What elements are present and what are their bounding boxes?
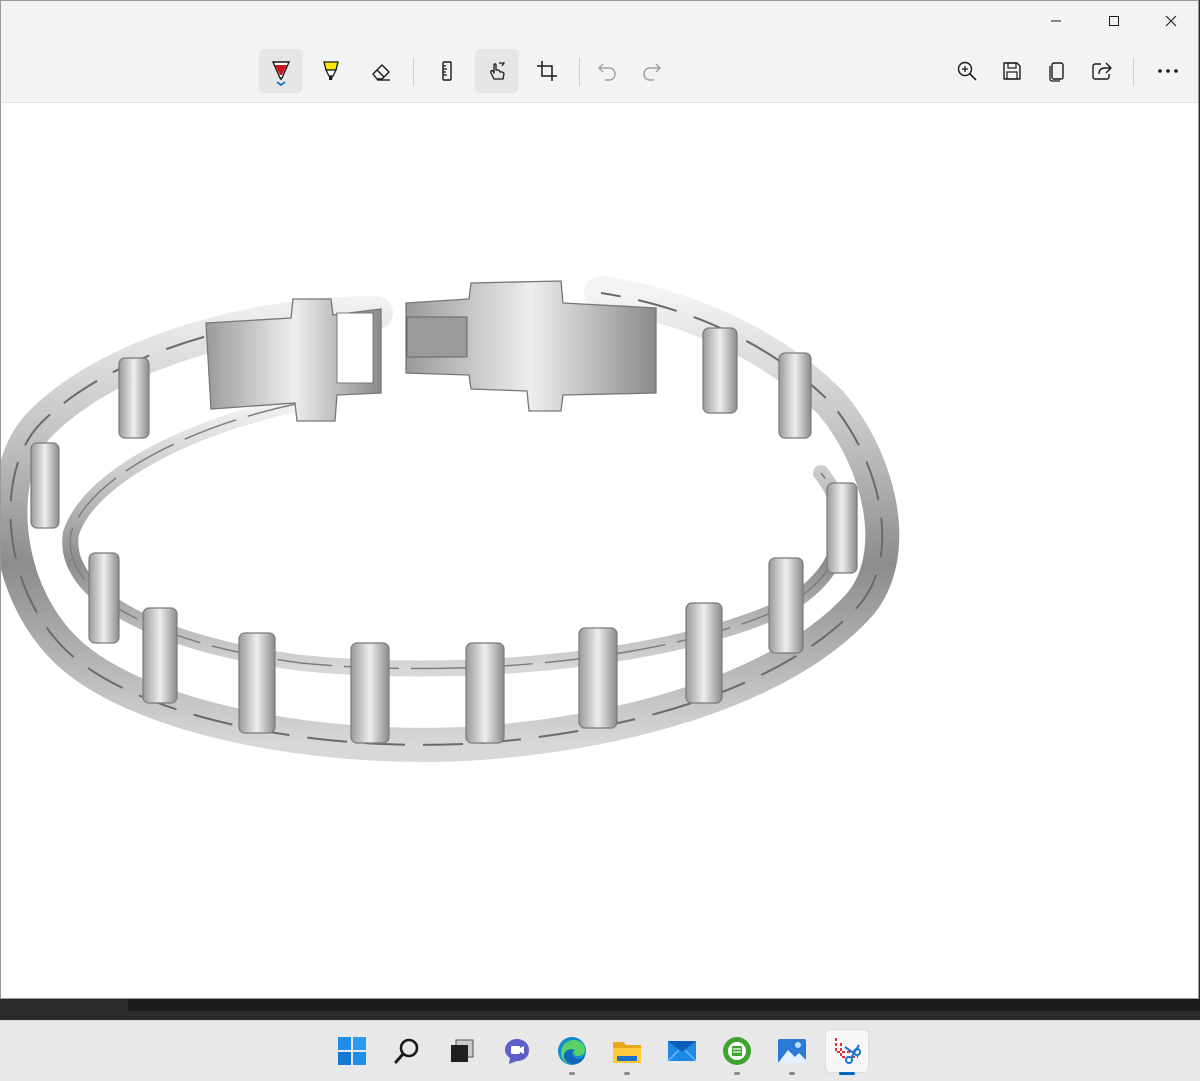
redo-icon [643,63,661,81]
chat-icon [505,1039,529,1064]
pen-icon [271,61,291,86]
edge-button[interactable] [550,1029,594,1075]
task-view-button[interactable] [440,1029,484,1073]
running-indicator [734,1072,740,1075]
taskbar [0,1020,1200,1081]
close-icon [1165,15,1177,27]
maximize-icon [1109,16,1119,26]
undo-icon [598,63,616,81]
share-button[interactable] [1080,49,1124,93]
windows-logo-icon [338,1037,366,1065]
search-icon [394,1038,419,1064]
eraser-tool[interactable] [359,49,403,93]
snipping-tool-button[interactable] [825,1029,869,1075]
folder-icon [613,1042,641,1063]
toolbar-separator [579,58,580,86]
running-indicator [839,1072,855,1075]
search-button[interactable] [385,1029,429,1073]
mail-button[interactable] [660,1029,704,1073]
toolbar-separator [1133,58,1134,86]
crop-tool[interactable] [525,49,569,93]
save-button[interactable] [990,49,1034,93]
mail-icon [667,1041,697,1062]
edge-icon [558,1037,586,1065]
crop-icon [537,61,557,81]
photos-icon [778,1039,806,1063]
green-app-icon [723,1037,751,1065]
minimize-icon [1051,20,1061,22]
snipping-tool-icon [835,1038,861,1064]
touch-writing-tool[interactable] [475,49,519,93]
touch-writing-icon [490,62,506,80]
app-green-button[interactable] [715,1029,759,1075]
silver-chain-bracelet-photo [1,276,900,762]
start-button[interactable] [330,1029,374,1073]
highlighter-icon [323,61,339,80]
toolbar [1,1,1198,103]
copy-button[interactable] [1035,49,1079,93]
toolbar-separator [413,58,414,86]
save-icon [1003,62,1021,80]
desktop-background [128,999,1200,1011]
running-indicator [569,1072,575,1075]
eraser-icon [372,64,390,81]
close-button[interactable] [1148,1,1194,41]
running-indicator [789,1072,795,1075]
redo-button[interactable] [630,49,674,93]
ballpoint-pen-tool[interactable] [259,49,303,93]
zoom-in-icon [957,61,977,81]
task-view-icon [451,1039,474,1062]
copy-icon [1049,62,1064,82]
more-button[interactable] [1146,49,1190,93]
file-explorer-button[interactable] [605,1029,649,1075]
chat-button[interactable] [495,1029,539,1073]
photos-button[interactable] [770,1029,814,1075]
running-indicator [624,1072,630,1075]
more-icon [1158,69,1178,73]
minimize-button[interactable] [1033,1,1079,41]
ruler-icon [442,61,452,81]
undo-button[interactable] [585,49,629,93]
highlighter-tool[interactable] [309,49,353,93]
maximize-button[interactable] [1091,1,1137,41]
screenshot-canvas[interactable] [1,103,1198,998]
ruler-tool[interactable] [425,49,469,93]
snipping-tool-window [0,0,1199,999]
zoom-button[interactable] [945,49,989,93]
share-icon [1092,62,1112,80]
